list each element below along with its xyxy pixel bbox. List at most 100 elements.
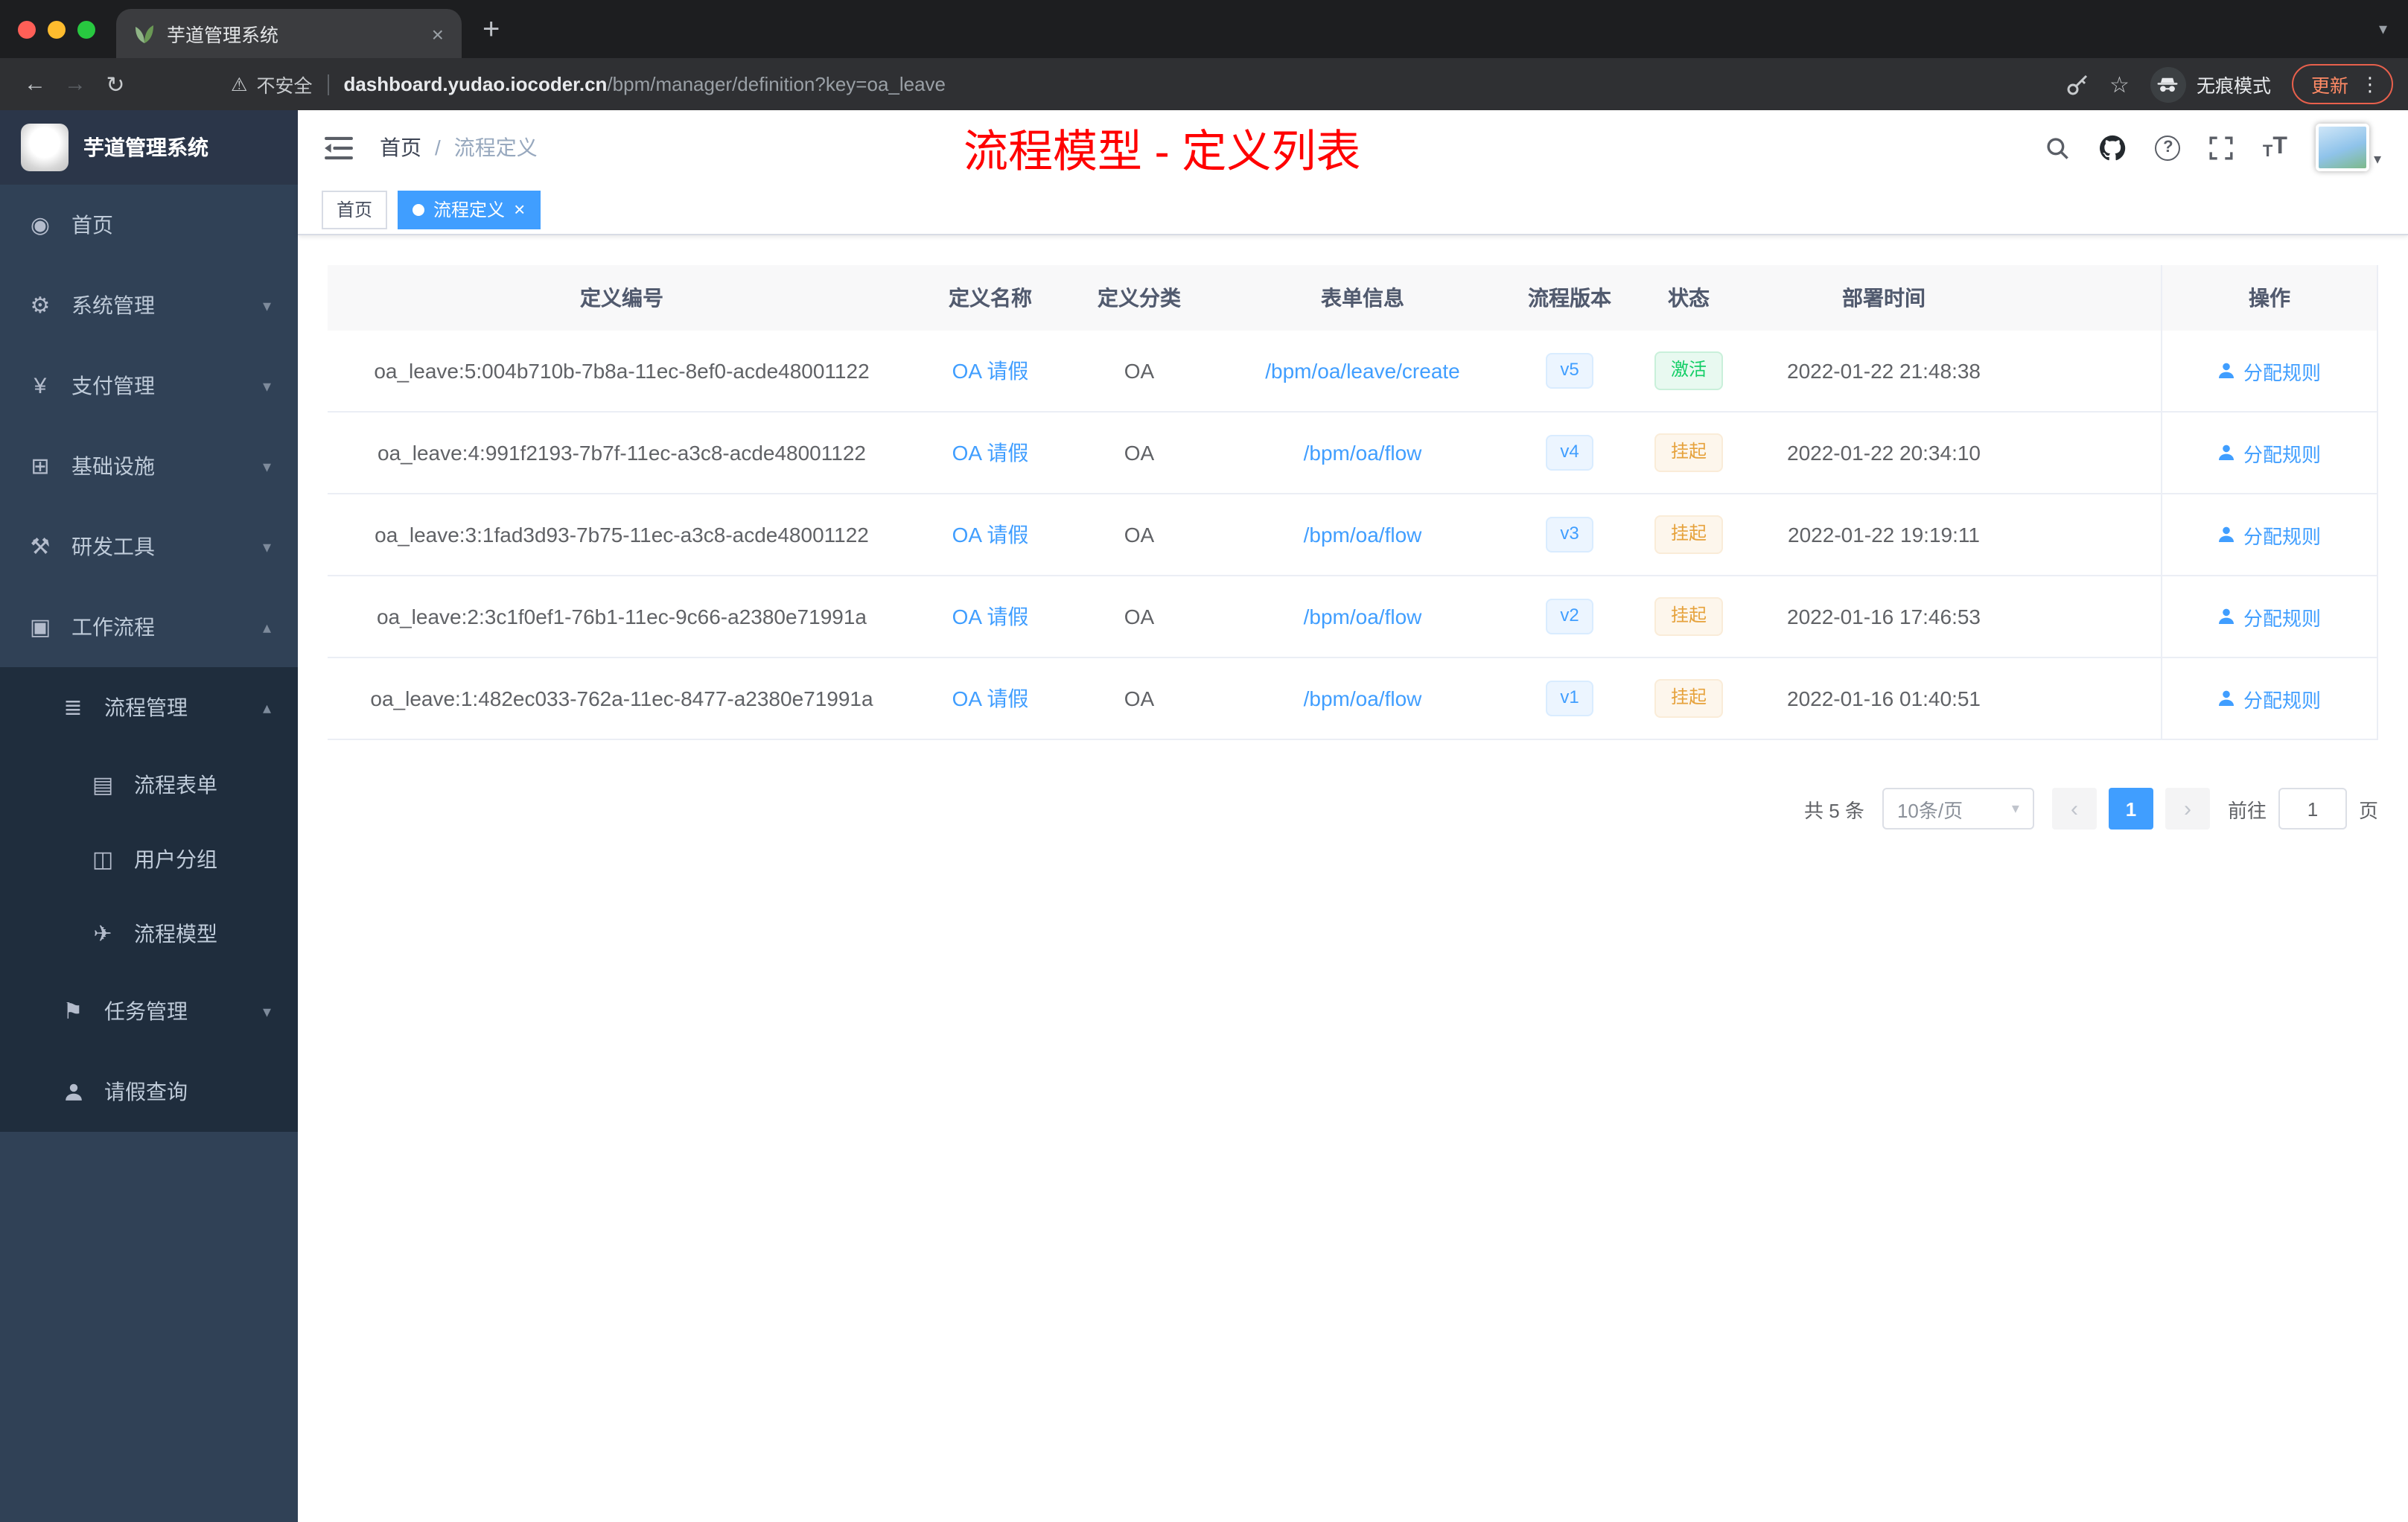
hamburger-icon[interactable] — [325, 135, 353, 160]
user-menu[interactable]: ▾ — [2315, 124, 2381, 171]
avatar[interactable] — [2315, 124, 2369, 171]
key-icon[interactable] — [2065, 72, 2089, 96]
assign-rule-button[interactable]: 分配规则 — [2218, 439, 2321, 467]
logo-title: 芋道管理系统 — [83, 136, 208, 159]
breadcrumb-home[interactable]: 首页 — [380, 133, 421, 162]
tab-close-icon[interactable]: × — [426, 22, 450, 45]
table-header: 定义编号 定义名称 定义分类 表单信息 流程版本 状态 部署时间 操作 — [328, 265, 2378, 331]
definition-name-link[interactable]: OA 请假 — [952, 520, 1029, 550]
definition-category: OA — [1124, 687, 1155, 710]
chevron-down-icon: ▾ — [262, 538, 271, 556]
form-link[interactable]: /bpm/oa/flow — [1304, 523, 1422, 547]
assign-rule-button[interactable]: 分配规则 — [2218, 684, 2321, 713]
update-button[interactable]: 更新 ⋮ — [2291, 64, 2393, 104]
reload-icon[interactable]: ↻ — [95, 71, 136, 98]
goto-label: 前往 — [2227, 799, 2267, 821]
close-window-button[interactable] — [18, 20, 36, 38]
list-icon: ≣ — [63, 695, 83, 721]
sidebar-item-payment[interactable]: ¥ 支付管理 ▾ — [0, 346, 298, 426]
deploy-time: 2022-01-16 01:40:51 — [1787, 687, 1981, 710]
sidebar-item-label: 首页 — [71, 213, 113, 237]
form-link[interactable]: /bpm/oa/flow — [1304, 687, 1422, 710]
column-header: 流程版本 — [1528, 286, 1611, 310]
sidebar-logo[interactable]: 芋道管理系统 — [0, 110, 298, 185]
tag-label: 首页 — [337, 200, 373, 220]
chevron-up-icon: ▴ — [262, 699, 271, 717]
definition-name-link[interactable]: OA 请假 — [952, 602, 1029, 631]
page-size-select[interactable]: 10条/页 ▾ — [1882, 788, 2034, 830]
column-spacer — [2018, 265, 2161, 331]
sidebar-item-task-mgmt[interactable]: ⚑ 任务管理 ▾ — [0, 971, 298, 1051]
definition-name-link[interactable]: OA 请假 — [952, 438, 1029, 468]
sidebar-item-workflow[interactable]: ▣ 工作流程 ▴ — [0, 587, 298, 667]
address-bar[interactable]: dashboard.yudao.iocoder.cn/bpm/manager/d… — [343, 73, 946, 95]
chevron-down-icon: ▾ — [262, 297, 271, 315]
font-size-icon[interactable]: TT — [2263, 134, 2287, 161]
tab-search-icon[interactable]: ▾ — [2379, 19, 2387, 39]
tab-title: 芋道管理系统 — [167, 25, 279, 46]
sidebar-item-process-model[interactable]: ✈ 流程模型 — [0, 897, 298, 971]
browser-tab[interactable]: 芋道管理系统 × — [116, 9, 462, 58]
tag-process-definition[interactable]: 流程定义 × — [398, 190, 541, 229]
column-header: 表单信息 — [1321, 286, 1404, 310]
table-row: oa_leave:5:004b710b-7b8a-11ec-8ef0-acde4… — [328, 331, 2378, 413]
sidebar-item-devtools[interactable]: ⚒ 研发工具 ▾ — [0, 506, 298, 587]
help-icon[interactable]: ? — [2155, 135, 2181, 160]
sidebar-item-label: 系统管理 — [71, 293, 155, 317]
github-icon[interactable] — [2099, 133, 2127, 162]
definition-name-link[interactable]: OA 请假 — [952, 684, 1029, 713]
topbar-icons: ? TT ▾ — [2045, 124, 2381, 171]
definition-name-link[interactable]: OA 请假 — [952, 356, 1029, 386]
content: 定义编号 定义名称 定义分类 表单信息 流程版本 状态 部署时间 操作 oa_l… — [298, 235, 2408, 1522]
sidebar-item-infrastructure[interactable]: ⊞ 基础设施 ▾ — [0, 426, 298, 506]
yen-icon: ¥ — [34, 373, 47, 398]
chevron-down-icon: ▾ — [262, 1003, 271, 1021]
goto-page-input[interactable] — [2278, 788, 2347, 830]
form-link[interactable]: /bpm/oa/flow — [1304, 441, 1422, 465]
prev-page-button[interactable]: ‹ — [2051, 788, 2097, 830]
menu-dots-icon[interactable]: ⋮ — [2360, 72, 2380, 96]
tag-home[interactable]: 首页 — [322, 190, 388, 229]
search-icon[interactable] — [2045, 135, 2071, 160]
assign-rule-label: 分配规则 — [2243, 525, 2321, 547]
version-badge: v2 — [1545, 599, 1594, 634]
workflow-submenu: ≣ 流程管理 ▴ ▤ 流程表单 ◫ 用户分组 ✈ 流程模型 ⚑ 任务管理 ▾ 请… — [0, 667, 298, 1132]
security-chip[interactable]: ⚠ 不安全 — [231, 70, 312, 98]
definition-category: OA — [1124, 605, 1155, 628]
assign-rule-button[interactable]: 分配规则 — [2218, 520, 2321, 549]
sidebar-item-home[interactable]: ◉ 首页 — [0, 185, 298, 265]
sidebar: 芋道管理系统 ◉ 首页 ⚙ 系统管理 ▾ ¥ 支付管理 ▾ ⊞ 基础设施 ▾ ⚒… — [0, 110, 298, 1522]
fullscreen-icon[interactable] — [2209, 135, 2235, 160]
status-badge: 挂起 — [1654, 679, 1723, 718]
dashboard-icon: ◉ — [30, 213, 51, 238]
definition-table: 定义编号 定义名称 定义分类 表单信息 流程版本 状态 部署时间 操作 oa_l… — [328, 265, 2378, 740]
sidebar-item-leave-query[interactable]: 请假查询 — [0, 1051, 298, 1132]
form-link[interactable]: /bpm/oa/flow — [1304, 605, 1422, 628]
sidebar-item-process-form[interactable]: ▤ 流程表单 — [0, 748, 298, 822]
form-link[interactable]: /bpm/oa/leave/create — [1265, 359, 1460, 383]
chevron-down-icon: ▾ — [262, 378, 271, 395]
deploy-time: 2022-01-22 20:34:10 — [1787, 441, 1981, 465]
chevron-right-icon: › — [2183, 796, 2191, 821]
new-tab-button[interactable]: + — [482, 14, 500, 44]
browser-nav-bar: ← → ↻ ⚠ 不安全 dashboard.yudao.iocoder.cn/b… — [0, 58, 2408, 110]
maximize-window-button[interactable] — [77, 20, 95, 38]
assign-rule-button[interactable]: 分配规则 — [2218, 357, 2321, 385]
sidebar-item-system[interactable]: ⚙ 系统管理 ▾ — [0, 265, 298, 346]
minimize-window-button[interactable] — [48, 20, 66, 38]
chevron-down-icon: ▾ — [2373, 152, 2381, 168]
sidebar-item-process-mgmt[interactable]: ≣ 流程管理 ▴ — [0, 667, 298, 748]
definition-id: oa_leave:1:482ec033-762a-11ec-8477-a2380… — [370, 687, 873, 710]
table-row: oa_leave:3:1fad3d93-7b75-11ec-a3c8-acde4… — [328, 494, 2378, 576]
back-icon[interactable]: ← — [15, 71, 55, 97]
bookmark-star-icon[interactable]: ☆ — [2109, 71, 2130, 98]
forward-icon[interactable]: → — [55, 71, 95, 97]
sidebar-item-label: 流程表单 — [134, 773, 217, 797]
sidebar-item-label: 流程模型 — [134, 922, 217, 946]
column-header: 部署时间 — [1842, 286, 1926, 310]
next-page-button[interactable]: › — [2165, 788, 2210, 830]
close-icon[interactable]: × — [514, 200, 525, 219]
sidebar-item-user-group[interactable]: ◫ 用户分组 — [0, 822, 298, 897]
assign-rule-button[interactable]: 分配规则 — [2218, 602, 2321, 631]
page-number-button[interactable]: 1 — [2108, 788, 2153, 830]
